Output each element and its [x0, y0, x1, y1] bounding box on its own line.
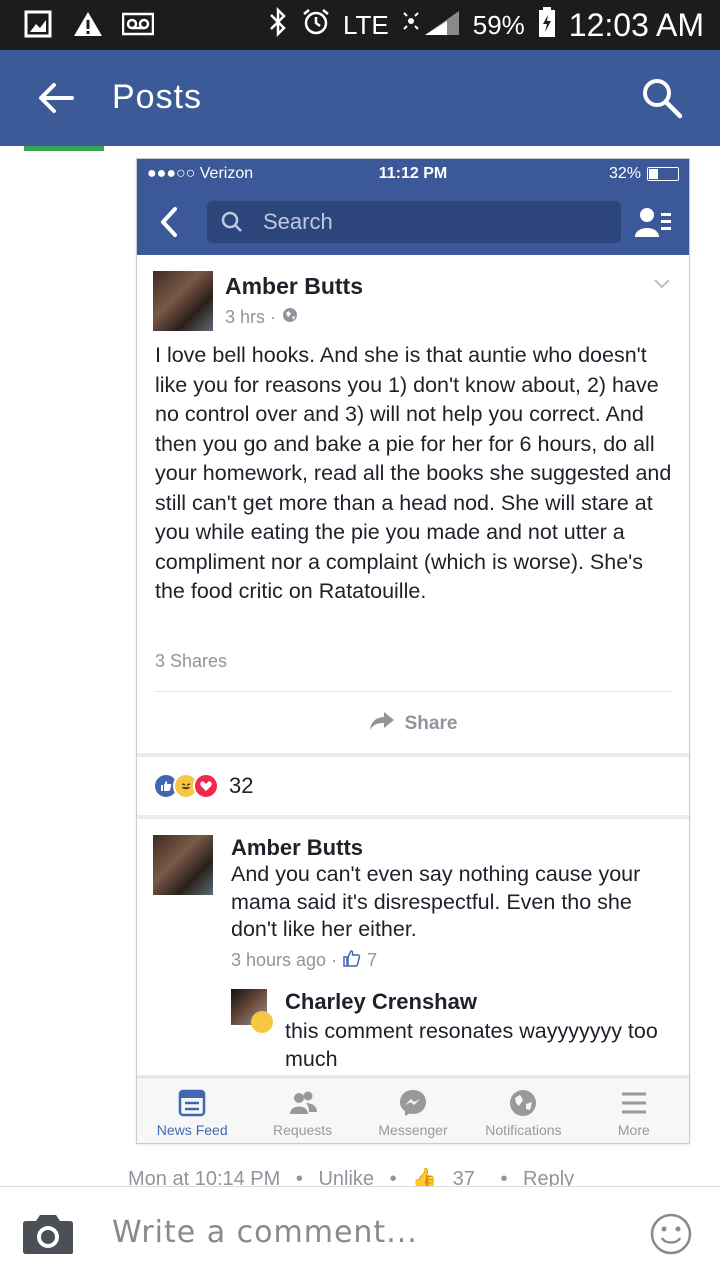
- tab-label: Requests: [273, 1122, 333, 1138]
- love-reaction-icon: [193, 773, 219, 799]
- search-icon[interactable]: [640, 76, 684, 120]
- divider: [155, 691, 671, 692]
- avatar[interactable]: [231, 989, 273, 1033]
- share-label: Share: [404, 713, 458, 734]
- app-bar: Posts: [0, 50, 720, 146]
- post-author[interactable]: Amber Butts: [225, 273, 363, 300]
- globe-icon: [510, 1090, 537, 1116]
- globe-icon: [282, 307, 298, 328]
- tab-label: Messenger: [378, 1122, 448, 1138]
- comment-like-count: 7: [367, 950, 378, 970]
- menu-icon: [621, 1092, 646, 1114]
- reactions-bar[interactable]: 32: [137, 757, 689, 815]
- tab-news-feed[interactable]: News Feed: [137, 1078, 247, 1143]
- ios-status-bar: ●●●○○ Verizon 11:12 PM 32%: [137, 159, 689, 189]
- share-button[interactable]: Share: [137, 711, 689, 737]
- search-icon: [221, 211, 243, 233]
- messenger-icon: [400, 1090, 427, 1116]
- post-card: Amber Butts 3 hrs · I love bell hooks. A…: [137, 255, 689, 753]
- chevron-down-icon[interactable]: [653, 277, 671, 289]
- comment-time: 3 hours ago ·: [231, 950, 338, 970]
- ios-battery-percent: 32%: [608, 165, 641, 182]
- avatar[interactable]: [153, 271, 213, 331]
- avatar[interactable]: [153, 835, 213, 895]
- tab-notifications[interactable]: Notifications: [468, 1078, 578, 1143]
- signal-icon: [401, 7, 461, 44]
- reply-author[interactable]: Charley Crenshaw: [285, 989, 477, 1015]
- smiley-icon[interactable]: [650, 1213, 692, 1255]
- requests-icon: [289, 1091, 317, 1114]
- warning-icon: [72, 8, 104, 40]
- comment-author[interactable]: Amber Butts: [231, 835, 363, 861]
- tab-requests[interactable]: Requests: [247, 1078, 357, 1143]
- share-arrow-icon: [369, 711, 395, 737]
- thumbs-up-icon: [343, 949, 361, 972]
- attached-screenshot[interactable]: ●●●○○ Verizon 11:12 PM 32% Search Amber …: [136, 158, 690, 1144]
- battery-percent: 59%: [472, 10, 525, 40]
- shares-count[interactable]: 3 Shares: [155, 651, 227, 672]
- post-time: 3 hrs ·: [225, 307, 277, 327]
- tab-label: More: [617, 1122, 650, 1138]
- reaction-count: 32: [229, 773, 254, 798]
- camera-icon[interactable]: [22, 1213, 74, 1255]
- comment-composer: Write a comment...: [0, 1186, 720, 1281]
- ios-battery-icon: [647, 167, 679, 181]
- chevron-left-icon[interactable]: [157, 205, 181, 239]
- comments-section: Amber Butts And you can't even say nothi…: [137, 819, 689, 1075]
- tab-label: News Feed: [156, 1122, 228, 1138]
- reply-text: this comment resonates wayyyyyyy too muc…: [285, 1019, 658, 1071]
- search-placeholder: Search: [263, 209, 333, 234]
- friend-list-icon[interactable]: [635, 207, 671, 237]
- image-icon: [22, 8, 54, 40]
- accent-strip: [24, 146, 104, 151]
- tab-label: Notifications: [485, 1122, 562, 1138]
- back-arrow-icon[interactable]: [34, 76, 78, 120]
- clock: 12:03 AM: [568, 7, 704, 43]
- voicemail-icon: [122, 8, 154, 40]
- comment-text: And you can't even say nothing cause you…: [231, 862, 641, 941]
- post-body: I love bell hooks. And she is that aunti…: [155, 343, 672, 603]
- alarm-icon: [301, 7, 331, 44]
- search-field[interactable]: Search: [207, 201, 621, 243]
- news-feed-icon: [178, 1089, 206, 1117]
- status-bar: LTE 59% 12:03 AM: [0, 0, 720, 50]
- page-title: Posts: [112, 78, 203, 116]
- tab-more[interactable]: More: [579, 1078, 689, 1143]
- battery-icon: [537, 6, 557, 45]
- ios-clock: 11:12 PM: [378, 165, 448, 182]
- lte-label: LTE: [342, 10, 389, 40]
- bottom-tab-bar: News Feed Requests Messenger Notificatio…: [137, 1077, 689, 1143]
- bluetooth-icon: [267, 6, 289, 45]
- fb-nav-bar: Search: [137, 189, 689, 255]
- tab-messenger[interactable]: Messenger: [358, 1078, 468, 1143]
- haha-reaction-icon: [251, 1011, 273, 1033]
- comment-input[interactable]: Write a comment...: [112, 1215, 418, 1250]
